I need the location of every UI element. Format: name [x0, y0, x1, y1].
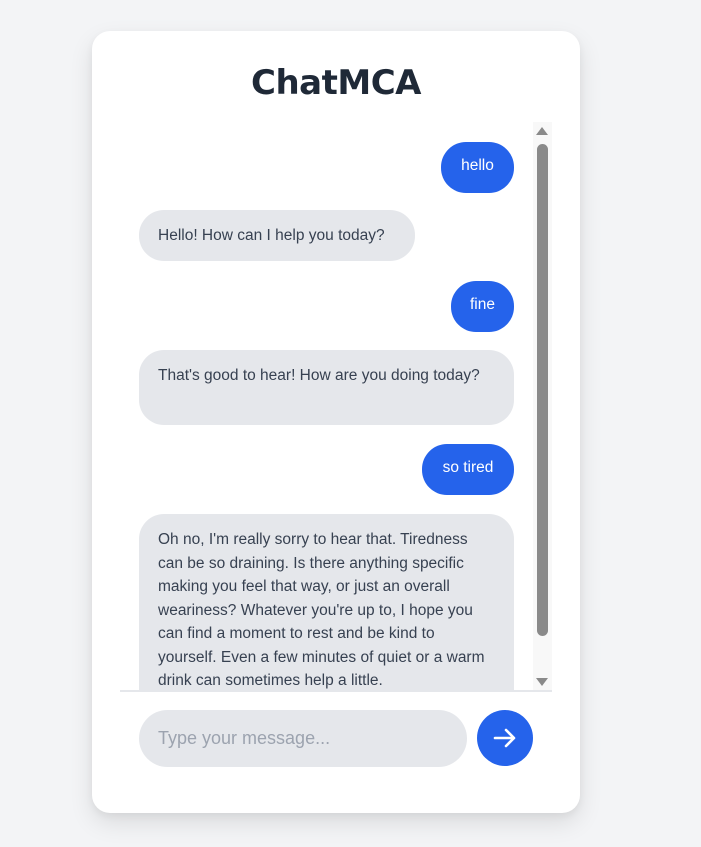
page-title: ChatMCA	[251, 63, 421, 103]
user-message: hello	[441, 142, 514, 193]
bot-message: Hello! How can I help you today?	[139, 210, 415, 261]
composer-divider	[120, 690, 552, 692]
user-message: so tired	[422, 444, 514, 495]
chat-window: ChatMCA hello Hello! How can I help you …	[92, 31, 580, 813]
send-button[interactable]	[477, 710, 533, 766]
user-message: fine	[451, 281, 514, 332]
message-scrollbar[interactable]	[533, 122, 552, 691]
scroll-up-arrow-icon[interactable]	[536, 127, 548, 135]
arrow-right-icon	[493, 728, 516, 748]
message-input[interactable]	[139, 710, 467, 767]
bot-message: That's good to hear! How are you doing t…	[139, 350, 514, 425]
scroll-down-arrow-icon[interactable]	[536, 678, 548, 686]
message-list: hello Hello! How can I help you today? f…	[120, 122, 552, 691]
bot-message: Oh no, I'm really sorry to hear that. Ti…	[139, 514, 514, 691]
scrollbar-thumb[interactable]	[537, 144, 548, 636]
